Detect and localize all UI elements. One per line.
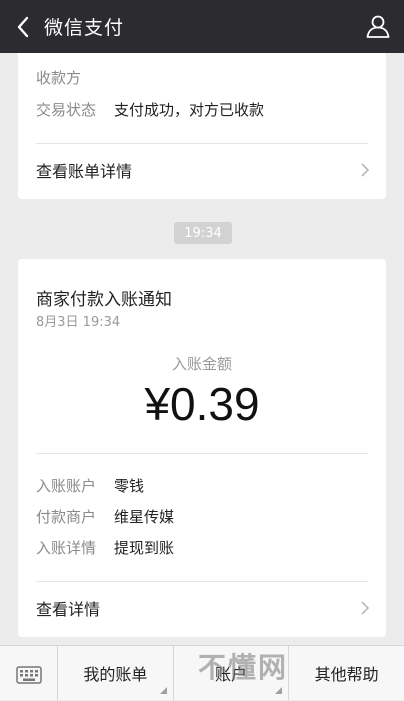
profile-button[interactable] — [364, 12, 392, 40]
payee-row: 收款方 — [36, 67, 114, 88]
chevron-right-icon — [361, 601, 370, 615]
top-bar: 微信支付 — [0, 0, 404, 53]
back-arrow-icon — [17, 16, 29, 37]
back-button[interactable] — [4, 0, 42, 53]
user-icon — [366, 15, 390, 38]
info-row: 入账详情 提现到账 — [36, 537, 174, 558]
merchant-payment-card: 商家付款入账通知 8月3日 19:34 入账金额 ¥0.39 入账账户 零钱 付… — [18, 259, 386, 637]
status-row: 交易状态 支付成功，对方已收款 — [36, 99, 264, 120]
page-title: 微信支付 — [44, 17, 125, 39]
info-row-value: 提现到账 — [114, 539, 175, 557]
amount-value: ¥0.39 — [144, 378, 260, 430]
payee-label: 收款方 — [36, 69, 82, 87]
info-row-label: 付款商户 — [36, 508, 97, 526]
view-details-label: 查看详情 — [36, 600, 101, 619]
info-row-label: 入账详情 — [36, 539, 97, 557]
info-row-label: 入账账户 — [36, 477, 97, 495]
menu-item-label: 其他帮助 — [314, 665, 379, 684]
keyboard-toggle-button[interactable] — [0, 646, 58, 701]
menu-my-bills[interactable]: 我的账单 — [58, 646, 174, 700]
submenu-indicator-icon — [275, 687, 283, 694]
status-label: 交易状态 — [36, 101, 97, 119]
watermark-logo: 不懂网 — [198, 651, 289, 684]
status-value: 支付成功，对方已收款 — [114, 101, 265, 119]
submenu-indicator-icon — [159, 687, 167, 694]
divider — [36, 453, 368, 454]
menu-item-label: 我的账单 — [83, 665, 148, 684]
view-details-link[interactable]: 查看详情 — [18, 582, 386, 634]
info-row: 付款商户 维星传媒 — [36, 506, 174, 527]
info-row-value: 零钱 — [114, 477, 145, 495]
menu-other-help[interactable]: 其他帮助 — [289, 646, 404, 700]
info-row-value: 维星传媒 — [114, 508, 175, 526]
transaction-card: 收款方 交易状态 支付成功，对方已收款 查看账单详情 — [18, 53, 386, 199]
card-date: 8月3日 19:34 — [36, 315, 121, 330]
card-title: 商家付款入账通知 — [36, 290, 172, 310]
chevron-right-icon — [361, 163, 370, 177]
amount-label: 入账金额 — [171, 355, 232, 373]
view-bill-details-link[interactable]: 查看账单详情 — [18, 144, 386, 196]
view-bill-details-label: 查看账单详情 — [36, 162, 133, 181]
info-row: 入账账户 零钱 — [36, 475, 144, 496]
message-time: 19:34 — [174, 222, 232, 244]
keyboard-icon — [15, 665, 42, 684]
